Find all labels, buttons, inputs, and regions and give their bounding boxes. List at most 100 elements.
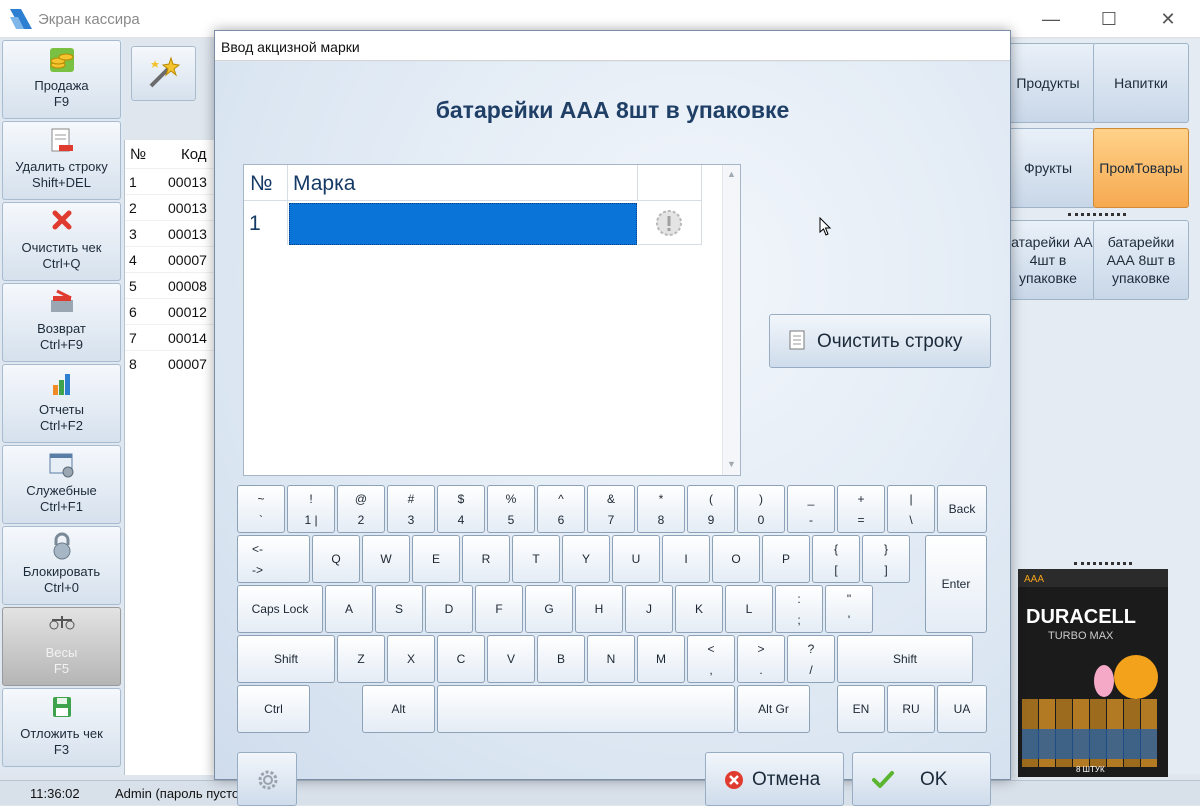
clear-row-button[interactable]: Очистить строку <box>769 314 991 368</box>
scroll-down-arrow-icon[interactable]: ▼ <box>727 459 736 469</box>
key-tilde[interactable]: ~ ` <box>237 485 285 533</box>
category-drinks[interactable]: Напитки <box>1093 43 1189 123</box>
key-enter[interactable]: Enter <box>925 535 987 633</box>
category-industrial-goods[interactable]: ПромТовары <box>1093 128 1189 208</box>
minimize-button[interactable]: — <box>1028 6 1074 32</box>
return-button[interactable]: Возврат Ctrl+F9 <box>2 283 121 362</box>
key-space[interactable] <box>437 685 735 733</box>
key-p[interactable]: P <box>762 535 810 583</box>
postpone-receipt-button[interactable]: Отложить чек F3 <box>2 688 121 767</box>
key-equals[interactable]: + = <box>837 485 885 533</box>
key-0[interactable]: ) 0 <box>737 485 785 533</box>
table-row[interactable]: 5 00008 <box>125 272 217 298</box>
key-a[interactable]: A <box>325 585 373 633</box>
service-button[interactable]: Служебные Ctrl+F1 <box>2 445 121 524</box>
scroll-up-arrow-icon[interactable]: ▲ <box>727 169 736 179</box>
row-no: 7 <box>129 330 137 346</box>
key-backspace[interactable]: Back <box>937 485 987 533</box>
category-fruits[interactable]: Фрукты <box>1000 128 1096 208</box>
key-4[interactable]: $4 <box>437 485 485 533</box>
key-e[interactable]: E <box>412 535 460 583</box>
key-7[interactable]: & 7 <box>587 485 635 533</box>
key-o[interactable]: O <box>712 535 760 583</box>
table-row[interactable]: 4 00007 <box>125 246 217 272</box>
table-row[interactable]: 8 00007 <box>125 350 217 376</box>
key-n[interactable]: N <box>587 635 635 683</box>
key-period[interactable]: >. <box>737 635 785 683</box>
key-l[interactable]: L <box>725 585 773 633</box>
table-row[interactable]: 7 00014 <box>125 324 217 350</box>
key-6[interactable]: ^ 6 <box>537 485 585 533</box>
key-1[interactable]: ! 1 | <box>287 485 335 533</box>
key-open-bracket[interactable]: {[ <box>812 535 860 583</box>
key-comma[interactable]: <, <box>687 635 735 683</box>
key-k[interactable]: K <box>675 585 723 633</box>
key-r[interactable]: R <box>462 535 510 583</box>
key-right-shift[interactable]: Shift <box>837 635 973 683</box>
grid-vertical-scrollbar[interactable]: ▲ ▼ <box>722 165 740 475</box>
delete-row-button[interactable]: Удалить строку Shift+DEL <box>2 121 121 200</box>
magic-wand-icon <box>149 56 181 88</box>
key-s[interactable]: S <box>375 585 423 633</box>
cancel-button[interactable]: Отмена <box>705 752 844 806</box>
key-3[interactable]: #3 <box>387 485 435 533</box>
scales-button[interactable]: Весы F5 <box>2 607 121 686</box>
key-w[interactable]: W <box>362 535 410 583</box>
key-c[interactable]: C <box>437 635 485 683</box>
clear-receipt-button[interactable]: Очистить чек Ctrl+Q <box>2 202 121 281</box>
key-h[interactable]: H <box>575 585 623 633</box>
key-t[interactable]: T <box>512 535 560 583</box>
key-v[interactable]: V <box>487 635 535 683</box>
key-minus[interactable]: _ - <box>787 485 835 533</box>
reports-button[interactable]: Отчеты Ctrl+F2 <box>2 364 121 443</box>
splitter-handle[interactable] <box>1074 562 1132 568</box>
lock-button[interactable]: Блокировать Ctrl+0 <box>2 526 121 605</box>
maximize-button[interactable]: ☐ <box>1086 6 1132 32</box>
key-j[interactable]: J <box>625 585 673 633</box>
sale-button[interactable]: Продажа F9 <box>2 40 121 119</box>
key-9[interactable]: (9 <box>687 485 735 533</box>
key-f[interactable]: F <box>475 585 523 633</box>
magic-wand-button[interactable] <box>131 46 196 101</box>
key-x[interactable]: X <box>387 635 435 683</box>
close-button[interactable]: ✕ <box>1145 6 1191 32</box>
key-5[interactable]: % 5 <box>487 485 535 533</box>
key-left-shift[interactable]: Shift <box>237 635 335 683</box>
ok-button[interactable]: OK <box>852 752 991 806</box>
product-aa-4pcs[interactable]: батарейки АА 4шт в упаковке <box>1000 220 1096 300</box>
table-row[interactable]: 3 00013 <box>125 220 217 246</box>
key-d[interactable]: D <box>425 585 473 633</box>
key-caps-lock[interactable]: Caps Lock <box>237 585 323 633</box>
key-b[interactable]: B <box>537 635 585 683</box>
key-lang-ua[interactable]: UA <box>937 685 987 733</box>
table-row[interactable]: 2 00013 <box>125 194 217 220</box>
mark-input-cell[interactable] <box>289 203 637 245</box>
splitter-handle[interactable] <box>1068 213 1126 219</box>
key-lang-en[interactable]: EN <box>837 685 885 733</box>
key-ctrl[interactable]: Ctrl <box>237 685 310 733</box>
key-u[interactable]: U <box>612 535 660 583</box>
key-semicolon[interactable]: :; <box>775 585 823 633</box>
key-2[interactable]: @2 <box>337 485 385 533</box>
key-y[interactable]: Y <box>562 535 610 583</box>
key-backslash[interactable]: | \ <box>887 485 935 533</box>
key-slash[interactable]: ? / <box>787 635 835 683</box>
key-alt[interactable]: Alt <box>362 685 435 733</box>
key-8[interactable]: * 8 <box>637 485 685 533</box>
key-quote[interactable]: " ' <box>825 585 873 633</box>
category-products[interactable]: Продукты <box>1000 43 1096 123</box>
key-tab[interactable]: <- -> <box>237 535 310 583</box>
key-q[interactable]: Q <box>312 535 360 583</box>
table-row[interactable]: 1 00013 <box>125 168 217 194</box>
key-close-bracket[interactable]: }] <box>862 535 910 583</box>
key-alt-gr[interactable]: Alt Gr <box>737 685 810 733</box>
key-z[interactable]: Z <box>337 635 385 683</box>
key-lang-ru[interactable]: RU <box>887 685 935 733</box>
row-no: 3 <box>129 226 137 242</box>
table-row[interactable]: 6 00012 <box>125 298 217 324</box>
key-m[interactable]: M <box>637 635 685 683</box>
dialog-settings-button[interactable] <box>237 752 297 806</box>
product-aaa-8pcs[interactable]: батарейки ААА 8шт в упаковке <box>1093 220 1189 300</box>
key-i[interactable]: I <box>662 535 710 583</box>
key-g[interactable]: G <box>525 585 573 633</box>
